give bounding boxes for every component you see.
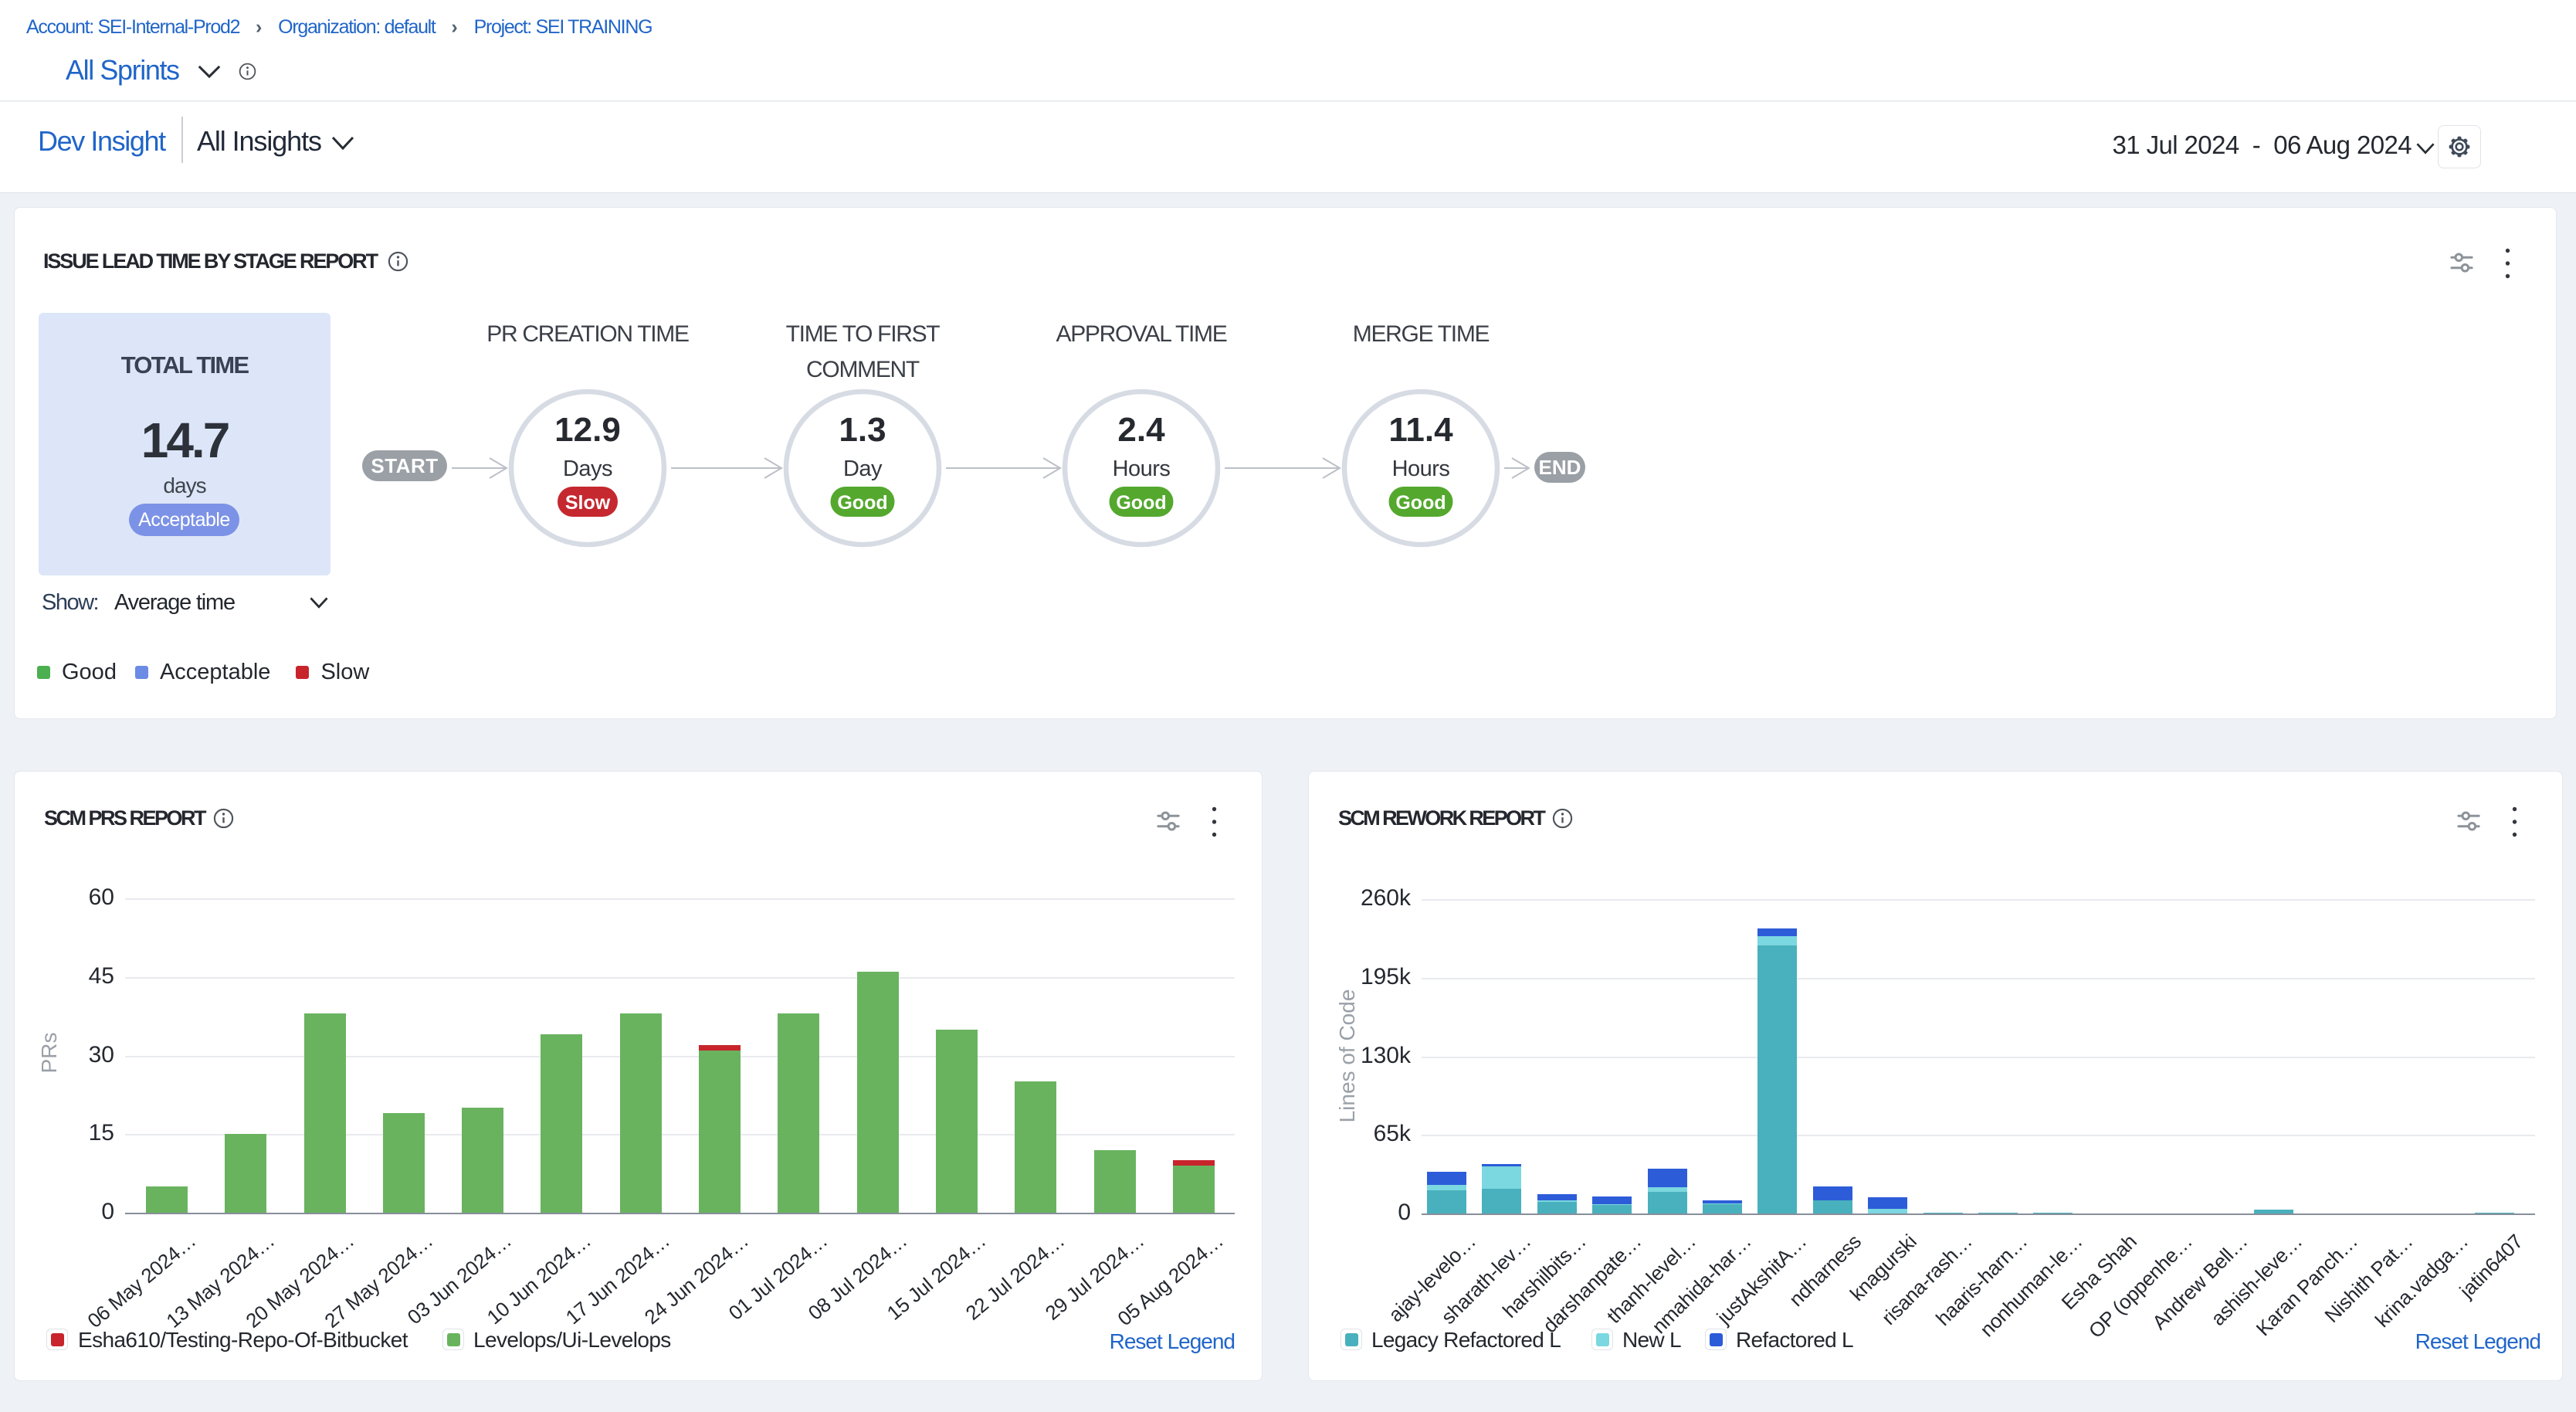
svg-text:2.4: 2.4 bbox=[1117, 411, 1165, 449]
svg-text:Hours: Hours bbox=[1113, 457, 1171, 481]
svg-text:Good: Good bbox=[1116, 492, 1166, 514]
svg-text:12.9: 12.9 bbox=[554, 411, 621, 449]
svg-text:Good: Good bbox=[1395, 492, 1446, 514]
svg-text:Good: Good bbox=[837, 492, 887, 514]
svg-text:END: END bbox=[1539, 456, 1581, 479]
svg-text:Day: Day bbox=[843, 457, 883, 481]
svg-text:START: START bbox=[371, 454, 438, 477]
svg-text:Hours: Hours bbox=[1392, 457, 1450, 481]
svg-text:1.3: 1.3 bbox=[839, 411, 886, 449]
svg-text:Slow: Slow bbox=[565, 492, 611, 514]
svg-text:Days: Days bbox=[563, 457, 612, 481]
svg-text:11.4: 11.4 bbox=[1388, 411, 1453, 449]
